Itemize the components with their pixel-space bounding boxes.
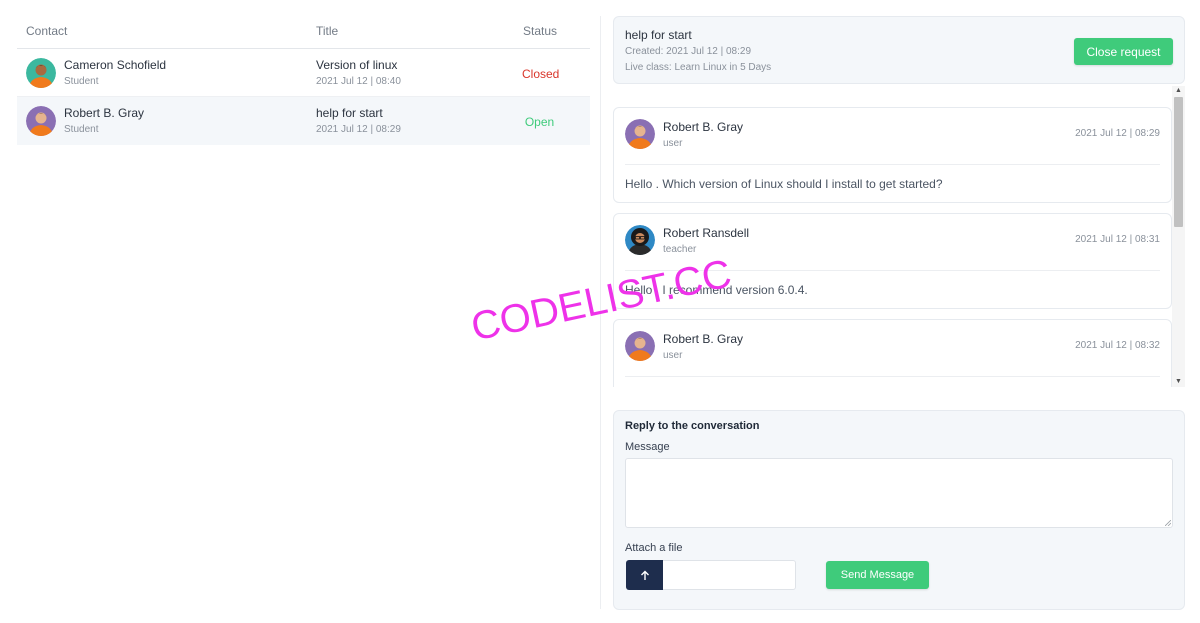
status-badge: Closed bbox=[522, 67, 560, 81]
ticket-date: 2021 Jul 12 | 08:40 bbox=[316, 76, 401, 87]
conversation-list[interactable]: Robert B. Gray user 2021 Jul 12 | 08:29 … bbox=[613, 86, 1185, 387]
message-author: Robert B. Gray bbox=[663, 332, 744, 346]
message-date: 2021 Jul 12 | 08:31 bbox=[1075, 234, 1160, 245]
ticket-date: 2021 Jul 12 | 08:29 bbox=[316, 124, 401, 135]
message-card: Robert B. Gray user 2021 Jul 12 | 08:32 bbox=[613, 319, 1172, 387]
resize-grip-icon[interactable] bbox=[1165, 520, 1171, 526]
attach-label: Attach a file bbox=[625, 542, 683, 554]
contact-name: Robert B. Gray bbox=[64, 106, 145, 120]
message-role: user bbox=[663, 350, 683, 361]
table-row[interactable]: Cameron Schofield Student Version of lin… bbox=[17, 49, 590, 97]
request-title: help for start bbox=[625, 28, 692, 42]
contact-name: Cameron Schofield bbox=[64, 58, 167, 72]
message-textarea[interactable] bbox=[625, 458, 1173, 528]
message-date: 2021 Jul 12 | 08:29 bbox=[1075, 128, 1160, 139]
message-card: Robert B. Gray user 2021 Jul 12 | 08:29 … bbox=[613, 107, 1172, 203]
close-request-button[interactable]: Close request bbox=[1074, 38, 1173, 65]
message-date: 2021 Jul 12 | 08:32 bbox=[1075, 340, 1160, 351]
message-label: Message bbox=[625, 441, 670, 453]
avatar bbox=[625, 331, 655, 361]
message-author: Robert Ransdell bbox=[663, 226, 750, 240]
avatar bbox=[625, 225, 655, 255]
table-row[interactable]: Robert B. Gray Student help for start 20… bbox=[17, 97, 590, 145]
message-text: Hello . Which version of Linux should I … bbox=[625, 177, 943, 191]
avatar bbox=[26, 106, 56, 136]
message-divider bbox=[625, 164, 1160, 165]
request-created: Created: 2021 Jul 12 | 08:29 bbox=[625, 46, 752, 57]
ticket-title: Version of linux bbox=[316, 58, 398, 72]
message-card: Robert Ransdell teacher 2021 Jul 12 | 08… bbox=[613, 213, 1172, 309]
send-message-button[interactable]: Send Message bbox=[826, 561, 929, 589]
request-live-class: Live class: Learn Linux in 5 Days bbox=[625, 62, 772, 73]
contact-role: Student bbox=[64, 124, 99, 135]
arrow-up-icon bbox=[640, 570, 649, 580]
reply-heading: Reply to the conversation bbox=[625, 420, 760, 432]
reply-form: Reply to the conversation Message Attach… bbox=[613, 410, 1185, 610]
column-header-contact[interactable]: Contact bbox=[26, 24, 67, 38]
file-name-field[interactable] bbox=[663, 560, 796, 590]
scroll-up-icon[interactable]: ▲ bbox=[1172, 86, 1185, 96]
avatar bbox=[625, 119, 655, 149]
column-header-title[interactable]: Title bbox=[316, 24, 338, 38]
conversation-scrollbar[interactable]: ▲ ▼ bbox=[1172, 86, 1185, 387]
scroll-down-icon[interactable]: ▼ bbox=[1172, 377, 1185, 387]
upload-button[interactable] bbox=[626, 560, 663, 590]
message-role: user bbox=[663, 138, 683, 149]
contact-role: Student bbox=[64, 76, 99, 87]
message-divider bbox=[625, 270, 1160, 271]
scrollbar-thumb[interactable] bbox=[1174, 97, 1183, 227]
table-header: Contact Title Status bbox=[17, 16, 590, 49]
column-header-status[interactable]: Status bbox=[523, 24, 557, 38]
message-text: Hello . I recommend version 6.0.4. bbox=[625, 283, 808, 297]
tickets-table: Contact Title Status Cameron Schofield S… bbox=[17, 0, 590, 623]
message-divider bbox=[625, 376, 1160, 377]
panel-divider bbox=[600, 16, 601, 609]
message-role: teacher bbox=[663, 244, 697, 255]
status-badge: Open bbox=[524, 115, 555, 129]
request-header: help for start Created: 2021 Jul 12 | 08… bbox=[613, 16, 1185, 84]
ticket-title: help for start bbox=[316, 106, 383, 120]
avatar bbox=[26, 58, 56, 88]
message-author: Robert B. Gray bbox=[663, 120, 744, 134]
